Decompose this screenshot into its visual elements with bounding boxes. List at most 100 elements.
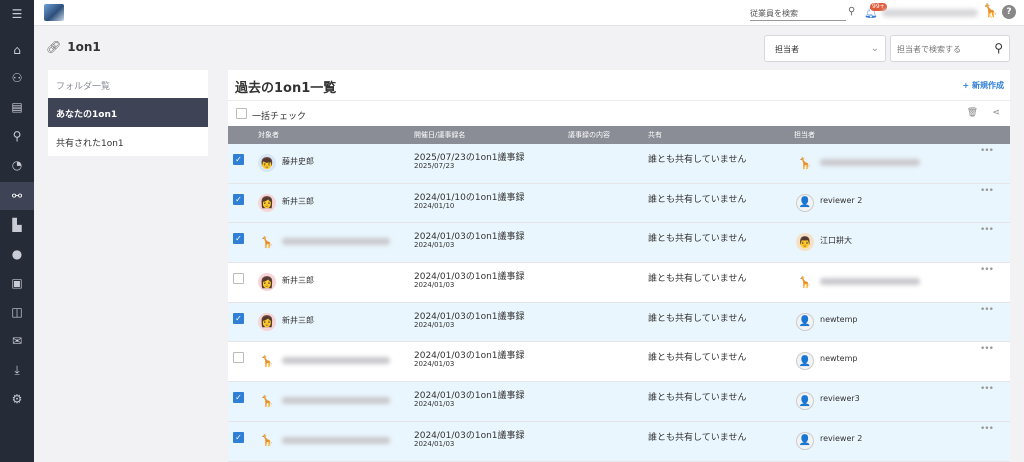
page-header: 🔗︎ 1on1: [46, 40, 101, 54]
shared-status: 誰とも共有していません: [648, 393, 747, 404]
table-header: 対象者 開催日/議事録名 議事録の内容 共有 担当者: [228, 126, 1010, 144]
trash-icon[interactable]: 🗑︎: [967, 108, 978, 118]
shared-status: 誰とも共有していません: [648, 274, 747, 285]
company-logo[interactable]: [44, 4, 64, 21]
subject-avatar: 🦒: [260, 434, 274, 448]
col-shared[interactable]: 共有: [648, 130, 662, 140]
col-assignee[interactable]: 担当者: [794, 130, 815, 140]
subject-name-blurred: [282, 357, 390, 365]
subject-name-blurred: [282, 436, 390, 444]
more-options-icon[interactable]: •••: [980, 186, 994, 196]
row-checkbox[interactable]: ✓: [233, 431, 244, 443]
row-checkbox[interactable]: ✓: [233, 392, 244, 404]
meeting-date: 2024/01/03: [414, 400, 455, 409]
row-checkbox[interactable]: [233, 352, 244, 364]
user-settings-icon[interactable]: ⚙: [0, 385, 34, 413]
mail-icon[interactable]: ✉: [0, 327, 34, 355]
more-options-icon[interactable]: •••: [980, 225, 994, 235]
bulk-check-checkbox[interactable]: [236, 108, 247, 119]
user-name-blurred[interactable]: [882, 9, 978, 17]
col-date[interactable]: 開催日/議事録名: [414, 130, 465, 140]
table-row[interactable]: 👩 新井三郎 2024/01/03の1on1議事録 2024/01/03 誰とも共有して…: [228, 263, 1010, 303]
row-checkbox[interactable]: ✓: [233, 233, 244, 245]
table-row[interactable]: ✓ 🦒 2024/01/03の1on1議事録 2024/01/03 誰とも共有していませ…: [228, 421, 1010, 462]
table-row[interactable]: ✓ 🦒 2024/01/03の1on1議事録 2024/01/03 誰とも共有していませ…: [228, 382, 1010, 422]
folder-heading: フォルダ一覧: [56, 82, 111, 92]
assignee-name: 江口耕大: [820, 236, 852, 246]
col-subject[interactable]: 対象者: [258, 130, 279, 140]
table-row[interactable]: ✓ 👦 藤井史郎 2025/07/23の1on1議事録 2025/07/23 誰とも共有し…: [228, 144, 1010, 184]
more-options-icon[interactable]: •••: [980, 424, 994, 434]
table-body: ✓ 👦 藤井史郎 2025/07/23の1on1議事録 2025/07/23 誰とも共有し…: [228, 144, 1010, 462]
meeting-date: 2024/01/03: [414, 320, 455, 329]
shared-status: 誰とも共有していません: [648, 234, 747, 245]
meeting-date: 2024/01/03: [414, 360, 455, 369]
col-content[interactable]: 議事録の内容: [568, 130, 610, 140]
main-panel: 過去の1on1一覧 + 新規作成 一括チェック 🗑︎ ⋖ 対象者 開催日/議事録…: [228, 70, 1010, 462]
assignee-select[interactable]: 担当者 ⌄: [764, 35, 886, 62]
row-checkbox[interactable]: ✓: [233, 312, 244, 324]
subject-avatar: 👩: [258, 193, 276, 212]
home-icon[interactable]: ⌂: [0, 36, 34, 64]
page-title: 1on1: [67, 40, 101, 54]
folder-item-shared[interactable]: 共有された1on1: [48, 127, 208, 156]
assignee-search-input[interactable]: 担当者で検索する ⚲: [890, 35, 1010, 62]
more-options-icon[interactable]: •••: [980, 384, 994, 394]
top-bar: 従業員を検索 ⚲ 🔔︎ 99+ 🦒 ?: [34, 0, 1024, 26]
assignee-avatar: 👤: [796, 392, 814, 411]
more-options-icon[interactable]: •••: [980, 305, 994, 315]
more-options-icon[interactable]: •••: [980, 146, 994, 156]
more-options-icon[interactable]: •••: [980, 265, 994, 275]
subject-name: 新井三郎: [282, 276, 314, 286]
assignee-avatar: 👤: [796, 312, 814, 331]
shared-status: 誰とも共有していません: [648, 155, 747, 165]
contacts-icon[interactable]: ▣: [0, 269, 34, 297]
subject-name-blurred: [282, 397, 390, 405]
assignee-avatar: 👤: [796, 193, 814, 212]
row-checkbox[interactable]: ✓: [233, 193, 244, 205]
help-button[interactable]: ?: [1002, 5, 1016, 19]
meeting-date: 2024/01/03: [414, 241, 455, 250]
menu-icon[interactable]: ☰: [0, 0, 34, 28]
new-create-button[interactable]: + 新規作成: [963, 80, 1005, 91]
search-icon[interactable]: ⚲: [994, 41, 1003, 55]
table-row[interactable]: ✓ 👩 新井三郎 2024/01/10の1on1議事録 2024/01/10 誰とも共有し…: [228, 183, 1010, 224]
chevron-down-icon: ⌄: [870, 43, 879, 54]
shared-status: 誰とも共有していません: [648, 353, 747, 364]
employee-search-input[interactable]: 従業員を検索: [750, 5, 846, 21]
assignee-name: newtemp: [820, 314, 858, 324]
subject-avatar: 🦒: [260, 235, 274, 249]
subject-name: 新井三郎: [282, 196, 314, 206]
document-icon[interactable]: ▤: [0, 93, 34, 121]
assignee-name-blurred: [820, 159, 920, 166]
search-icon[interactable]: ⚲: [0, 122, 34, 150]
assignee-name: reviewer3: [820, 394, 860, 404]
meeting-date: 2024/01/03: [414, 281, 455, 290]
subject-avatar: 🦒: [260, 354, 274, 368]
assignee-avatar: 👤: [796, 352, 814, 371]
chat-icon[interactable]: ◔: [0, 151, 34, 179]
folder-item-mine[interactable]: あなたの1on1: [48, 98, 208, 127]
share-icon[interactable]: ⋖: [992, 108, 1000, 118]
table-row[interactable]: 🦒 2024/01/03の1on1議事録 2024/01/03 誰とも共有していません…: [228, 342, 1010, 383]
subject-avatar: 👦: [258, 154, 276, 172]
download-icon[interactable]: ⤓: [0, 356, 34, 384]
table-row[interactable]: ✓ 👩 新井三郎 2024/01/03の1on1議事録 2024/01/03 誰とも共有し…: [228, 302, 1010, 343]
search-icon[interactable]: ⚲: [848, 6, 855, 17]
shared-status: 誰とも共有していません: [648, 194, 747, 205]
row-checkbox[interactable]: ✓: [233, 154, 244, 165]
sidebar-nav: ☰ ⌂ ⚇ ▤ ⚲ ◔ ⚯ ▙ ● ▣ ◫ ✉ ⤓ ⚙: [0, 0, 34, 462]
assignee-name: reviewer 2: [820, 195, 863, 205]
meeting-date: 2024/01/03: [414, 439, 455, 448]
info-icon[interactable]: ●: [0, 240, 34, 268]
chart-icon[interactable]: ▙: [0, 211, 34, 239]
subject-avatar: 👩: [258, 312, 276, 331]
table-row[interactable]: ✓ 🦒 2024/01/03の1on1議事録 2024/01/03 誰とも共有していませ…: [228, 223, 1010, 264]
link-icon[interactable]: ⚯: [0, 182, 34, 210]
bulk-action-row: 一括チェック 🗑︎ ⋖: [228, 100, 1010, 126]
more-options-icon[interactable]: •••: [980, 344, 994, 354]
user-avatar-giraffe-icon[interactable]: 🦒: [982, 4, 998, 19]
org-chart-icon[interactable]: ⚇: [0, 64, 34, 92]
book-icon[interactable]: ◫: [0, 298, 34, 326]
row-checkbox[interactable]: [233, 273, 244, 285]
